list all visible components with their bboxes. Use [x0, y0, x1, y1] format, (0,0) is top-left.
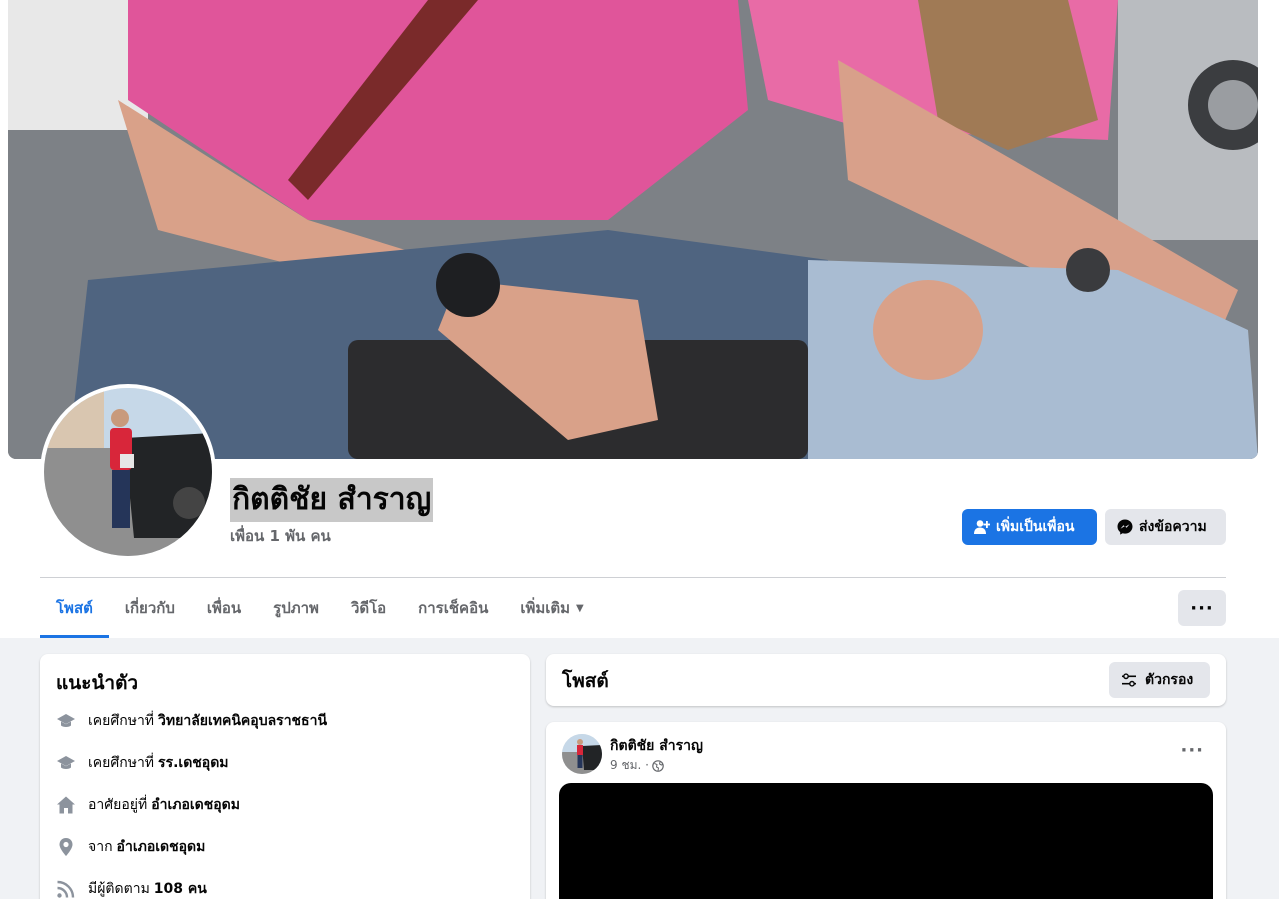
- posts-title: โพสต์: [562, 670, 609, 692]
- globe-icon[interactable]: [652, 759, 664, 772]
- post-media[interactable]: [559, 783, 1213, 899]
- post-options-button[interactable]: ···: [1180, 740, 1204, 761]
- intro-item-value[interactable]: วิทยาลัยเทคนิคอุบลราชธานี: [158, 710, 327, 732]
- tab-label: เพิ่มเติม: [520, 599, 571, 617]
- friends-count[interactable]: เพื่อน 1 พัน คน: [230, 524, 331, 548]
- location-pin-icon: [56, 837, 76, 857]
- tab-label: วิดีโอ: [350, 599, 387, 617]
- caret-down-icon: ▼: [576, 602, 584, 614]
- post-timestamp[interactable]: 9 ชม. ·: [610, 756, 649, 775]
- intro-card: แนะนำตัว เคยศึกษาที่ วิทยาลัยเทคนิคอุบลร…: [40, 654, 530, 899]
- message-button[interactable]: ส่งข้อความ: [1105, 509, 1226, 545]
- avatar: [44, 388, 212, 556]
- profile-more-button[interactable]: ···: [1178, 590, 1226, 626]
- intro-item-from: จาก อำเภอเดชอุดม: [56, 836, 205, 858]
- tab-videos[interactable]: วิดีโอ: [335, 578, 402, 638]
- add-friend-button[interactable]: เพิ่มเป็นเพื่อน: [962, 509, 1097, 545]
- graduation-cap-icon: [56, 753, 76, 773]
- tab-label: เพื่อน: [206, 599, 242, 617]
- home-icon: [56, 795, 76, 815]
- intro-item-followers: มีผู้ติดตาม 108 คน: [56, 878, 207, 899]
- intro-item-prefix: เคยศึกษาที่: [88, 755, 155, 771]
- filter-label: ตัวกรอง: [1145, 672, 1194, 688]
- tab-label: รูปภาพ: [273, 599, 319, 617]
- post-author-avatar[interactable]: [562, 734, 602, 774]
- more-dots-icon: ···: [1190, 597, 1214, 619]
- intro-item-value[interactable]: รร.เดชอุดม: [158, 752, 228, 774]
- rss-icon: [56, 879, 76, 899]
- more-dots-icon: ···: [1180, 740, 1204, 761]
- profile-header: กิตติชัย สำราญ เพื่อน 1 พัน คน เพิ่มเป็น…: [0, 0, 1279, 638]
- tab-label: โพสต์: [56, 599, 93, 617]
- post-meta: 9 ชม. ·: [610, 756, 664, 775]
- intro-item-value[interactable]: อำเภอเดชอุดม: [117, 836, 206, 858]
- add-friend-icon: [974, 520, 990, 534]
- filter-button[interactable]: ตัวกรอง: [1109, 662, 1210, 698]
- intro-item-lives-in: อาศัยอยู่ที่ อำเภอเดชอุดม: [56, 794, 240, 816]
- intro-item-prefix: มีผู้ติดตาม: [88, 881, 150, 897]
- profile-name: กิตติชัย สำราญ: [230, 478, 434, 522]
- graduation-cap-icon: [56, 711, 76, 731]
- intro-item-prefix: เคยศึกษาที่: [88, 713, 155, 729]
- cover-photo-image: [8, 0, 1258, 459]
- messenger-icon: [1117, 519, 1133, 535]
- post-author-name[interactable]: กิตติชัย สำราญ: [610, 735, 703, 757]
- intro-item-prefix: อาศัยอยู่ที่: [88, 797, 148, 813]
- cover-photo[interactable]: [8, 0, 1258, 459]
- tab-posts[interactable]: โพสต์: [40, 578, 109, 638]
- add-friend-label: เพิ่มเป็นเพื่อน: [996, 519, 1075, 535]
- post-card: กิตติชัย สำราญ 9 ชม. · ···: [546, 722, 1226, 899]
- post-avatar-photo: [562, 734, 602, 774]
- posts-header-card: โพสต์ ตัวกรอง: [546, 654, 1226, 706]
- intro-item-value[interactable]: 108 คน: [154, 878, 207, 899]
- profile-tabs: โพสต์ เกี่ยวกับ เพื่อน รูปภาพ วิดีโอ การ…: [40, 578, 600, 638]
- message-label: ส่งข้อความ: [1139, 519, 1207, 535]
- intro-item-value[interactable]: อำเภอเดชอุดม: [151, 794, 240, 816]
- intro-title: แนะนำตัว: [56, 672, 139, 694]
- avatar-photo: [44, 388, 212, 556]
- tab-about[interactable]: เกี่ยวกับ: [109, 578, 191, 638]
- filter-sliders-icon: [1122, 673, 1136, 687]
- tab-label: เกี่ยวกับ: [124, 599, 175, 617]
- tab-label: การเช็คอิน: [418, 599, 489, 617]
- profile-picture[interactable]: [40, 384, 216, 560]
- intro-item-education: เคยศึกษาที่ วิทยาลัยเทคนิคอุบลราชธานี: [56, 710, 327, 732]
- tab-checkins[interactable]: การเช็คอิน: [402, 578, 504, 638]
- intro-item-education: เคยศึกษาที่ รร.เดชอุดม: [56, 752, 229, 774]
- tab-friends[interactable]: เพื่อน: [191, 578, 257, 638]
- intro-item-prefix: จาก: [88, 839, 113, 855]
- tab-photos[interactable]: รูปภาพ: [257, 578, 335, 638]
- tab-more[interactable]: เพิ่มเติม ▼: [504, 578, 599, 638]
